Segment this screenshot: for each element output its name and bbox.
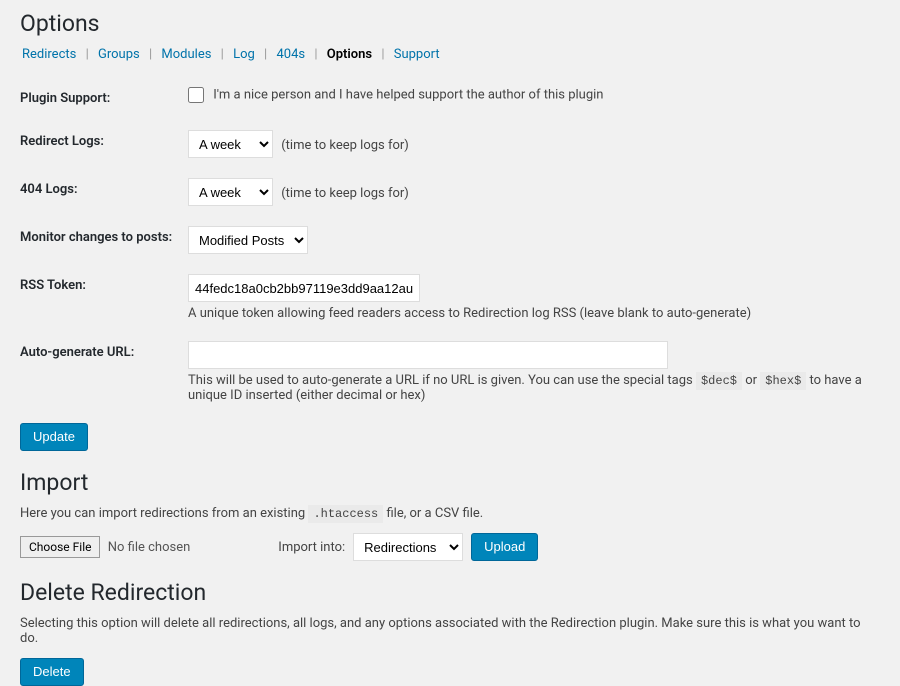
autogen-url-label: Auto-generate URL:: [20, 331, 188, 413]
plugin-support-checkbox[interactable]: [188, 87, 204, 103]
import-intro: Here you can import redirections from an…: [20, 506, 880, 521]
update-button[interactable]: Update: [20, 423, 88, 451]
plugin-support-text: I'm a nice person and I have helped supp…: [213, 88, 603, 103]
rss-token-help: A unique token allowing feed readers acc…: [188, 306, 880, 321]
tab-nav: Redirects | Groups | Modules | Log | 404…: [20, 47, 880, 62]
tab-options[interactable]: Options: [325, 47, 374, 62]
monitor-label: Monitor changes to posts:: [20, 216, 188, 264]
tab-groups[interactable]: Groups: [96, 47, 142, 62]
404-logs-desc: (time to keep logs for): [281, 186, 409, 201]
import-into-label: Import into:: [278, 540, 345, 555]
tab-modules[interactable]: Modules: [159, 47, 213, 62]
code-htaccess: .htaccess: [308, 505, 383, 523]
choose-file-button[interactable]: Choose File: [20, 536, 100, 558]
options-form: Plugin Support: I'm a nice person and I …: [20, 77, 880, 413]
404-logs-select[interactable]: A week: [188, 178, 273, 206]
redirect-logs-label: Redirect Logs:: [20, 120, 188, 168]
rss-token-input[interactable]: [188, 274, 420, 302]
import-heading: Import: [20, 469, 880, 496]
tab-404s[interactable]: 404s: [274, 47, 307, 62]
file-chosen-status: No file chosen: [108, 540, 191, 555]
delete-warning: Selecting this option will delete all re…: [20, 616, 880, 646]
tab-log[interactable]: Log: [231, 47, 257, 62]
rss-token-label: RSS Token:: [20, 264, 188, 331]
tab-redirects[interactable]: Redirects: [20, 47, 78, 62]
code-hex: $hex$: [760, 372, 806, 390]
404-logs-label: 404 Logs:: [20, 168, 188, 216]
page-title: Options: [20, 10, 880, 37]
redirect-logs-desc: (time to keep logs for): [281, 138, 409, 153]
monitor-select[interactable]: Modified Posts: [188, 226, 308, 254]
delete-heading: Delete Redirection: [20, 579, 880, 606]
delete-button[interactable]: Delete: [20, 658, 84, 686]
redirect-logs-select[interactable]: A week: [188, 130, 273, 158]
code-dec: $dec$: [696, 372, 742, 390]
autogen-url-input[interactable]: [188, 341, 668, 369]
upload-button[interactable]: Upload: [471, 533, 538, 561]
tab-support[interactable]: Support: [392, 47, 442, 62]
import-into-select[interactable]: Redirections: [353, 533, 463, 561]
plugin-support-label: Plugin Support:: [20, 77, 188, 120]
autogen-url-help: This will be used to auto-generate a URL…: [188, 373, 880, 403]
